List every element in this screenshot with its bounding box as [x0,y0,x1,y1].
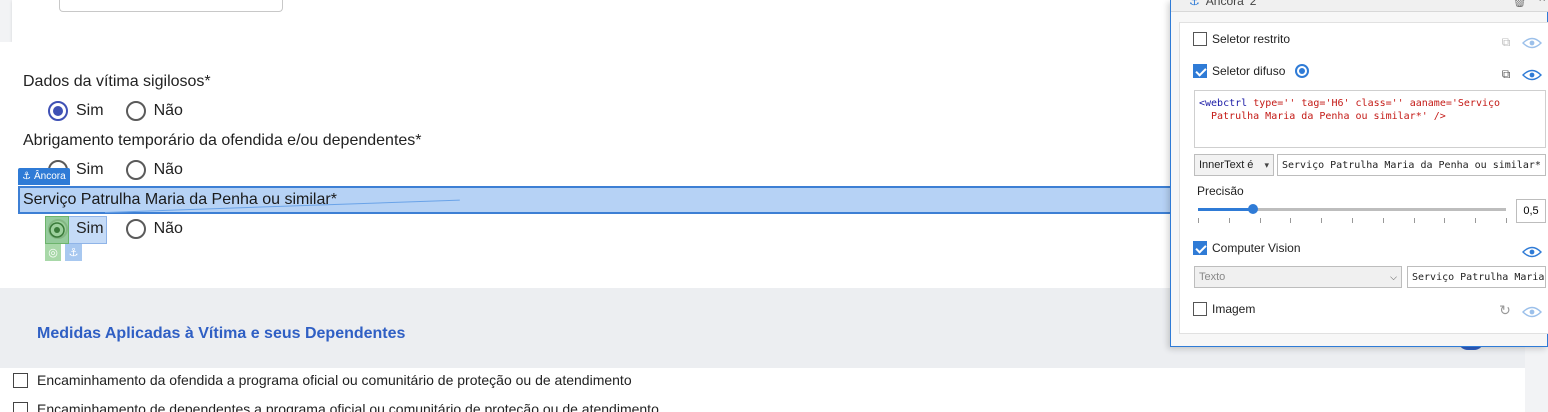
precision-value-field[interactable]: 0,5 [1516,199,1546,223]
computer-vision-checkbox[interactable] [1193,241,1207,255]
list-item: Encaminhamento da ofendida a programa of… [13,372,632,388]
top-input-field[interactable] [59,0,283,12]
chevron-down-icon: ⌵ [1390,271,1397,282]
slider-tick [1475,218,1477,223]
section-title: Medidas Aplicadas à Vítima e seus Depend… [37,325,406,342]
checkbox[interactable] [13,372,28,388]
radio-label-sim: Sim [76,161,104,178]
list-item: Encaminhamento de dependentes a programa… [13,401,659,412]
cv-value-field[interactable]: Serviço Patrulha Maria [1407,266,1546,288]
image-label: Imagem [1212,302,1256,316]
radio-nao-patrulha[interactable] [125,219,146,239]
panel-title: Âncora [1205,0,1244,8]
slider-tick [1290,218,1292,223]
target-icon [49,222,65,238]
precision-label: Precisão [1197,184,1244,198]
code-tag: <webctrl [1199,98,1248,109]
slider-tick [1321,218,1323,223]
copy-icon[interactable]: ⧉ [1498,35,1514,49]
list-item-label: Encaminhamento de dependentes a programa… [37,401,659,412]
slider-tick [1506,218,1507,223]
target-icon[interactable] [1295,64,1310,78]
anchor-icon: ⚓ [1189,0,1200,8]
copy-icon[interactable]: ⧉ [1498,67,1514,81]
innertext-value-field[interactable]: Serviço Patrulha Maria da Penha ou simil… [1277,154,1546,176]
precision-slider-fill [1198,208,1254,211]
eye-icon[interactable] [1522,306,1542,318]
computer-vision-row: Computer Vision [1193,241,1301,255]
image-checkbox[interactable] [1193,302,1207,316]
radio-nao-abrigamento[interactable] [125,160,146,180]
checkbox[interactable] [13,401,28,412]
slider-tick [1352,218,1353,223]
target-mini-icon[interactable]: ◎ [45,244,61,261]
radio-group-patrulha: Sim Não [48,219,205,239]
strict-selector-label: Seletor restrito [1212,32,1291,46]
fuzzy-selector-label: Seletor difuso [1212,64,1286,78]
eye-icon[interactable] [1522,37,1542,49]
anchor-tag-label: Âncora [33,171,66,182]
slider-tick [1444,218,1446,223]
radio-sim-sigilosos[interactable] [48,101,68,121]
slider-tick [1198,218,1199,223]
radio-label-nao: Não [153,220,183,237]
code-attrs: type='' tag='H6' class='' aaname='Serviç… [1247,98,1501,109]
cv-type-option: Texto [1199,271,1226,283]
computer-vision-label: Computer Vision [1212,241,1301,255]
question-label-abrigamento: Abrigamento temporário da ofendida e/ou … [23,132,422,149]
slider-tick [1413,218,1415,223]
page: Dados da vítima sigilosos* Sim Não Abrig… [0,0,1548,412]
radio-nao-sigilosos[interactable] [125,101,146,121]
eye-icon[interactable] [1522,246,1542,258]
fuzzy-selector-row: Seletor difuso [1193,64,1310,78]
fuzzy-selector-checkbox[interactable] [1193,64,1207,78]
radio-label-nao: Não [153,161,183,178]
code-attrs-cont: Patrulha Maria da Penha ou similar*' /> [1211,111,1446,122]
measures-list: Encaminhamento da ofendida a programa of… [0,368,1525,412]
innertext-select[interactable]: InnerText é ▾ [1194,154,1274,176]
radio-group-abrigamento: Sim Não [48,160,205,180]
selector-code[interactable]: <webctrl type='' tag='H6' class='' aanam… [1194,90,1546,148]
anchor-tag: ⚓ Âncora [18,168,70,185]
innertext-option: InnerText é [1199,159,1254,171]
target-marker [45,216,69,244]
collapse-icon[interactable]: ^ [1539,0,1545,8]
trash-icon[interactable]: 🗑 [1512,0,1527,8]
top-card [12,0,1192,42]
chevron-down-icon: ▾ [1264,159,1269,170]
slider-tick [1259,218,1261,223]
radio-label-sim: Sim [76,220,104,237]
eye-icon[interactable] [1522,69,1542,81]
radio-label-nao: Não [153,102,183,119]
image-row: Imagem [1193,302,1255,316]
list-item-label: Encaminhamento da ofendida a programa of… [37,372,632,388]
slider-tick [1382,218,1384,223]
panel-count: 2 [1249,0,1257,8]
radio-label-sim: Sim [76,102,104,119]
question-label-sigilosos: Dados da vítima sigilosos* [23,73,211,90]
slider-tick [1228,218,1230,223]
refresh-icon[interactable]: ↻ [1497,302,1513,318]
panel-header: ⚓ Âncora 2 🗑 ^ [1171,0,1548,12]
radio-group-sigilosos: Sim Não [48,101,205,121]
cv-type-select[interactable]: Texto ⌵ [1194,266,1402,288]
anchor-mini-icon[interactable]: ⚓ [65,244,82,261]
strict-selector-row: Seletor restrito [1193,32,1290,46]
strict-selector-checkbox[interactable] [1193,32,1207,46]
anchor-icon: ⚓ [22,171,31,182]
